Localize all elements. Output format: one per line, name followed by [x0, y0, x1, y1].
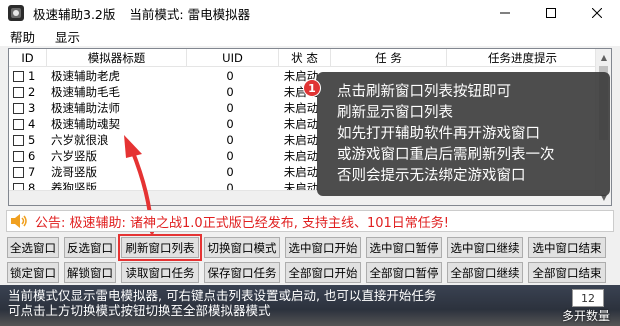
window-title: 极速辅助3.2版 — [33, 6, 116, 22]
list-header: ID 模拟器标题 UID 状 态 任 务 任务进度提示 — [9, 49, 599, 67]
table-row[interactable]: 6 六岁竖版 0 未启动 — [9, 148, 326, 164]
lock-window-button[interactable]: 锁定窗口 — [7, 262, 59, 283]
step-badge: 1 — [303, 79, 321, 97]
close-icon — [592, 8, 602, 18]
app-logo-icon — [7, 4, 25, 22]
tooltip-line: 或游戏窗口重启后需刷新列表一次 — [337, 147, 555, 163]
selected-start-button[interactable]: 选中窗口开始 — [285, 237, 361, 258]
row-title: 极速辅助魂契 — [51, 117, 120, 131]
table-row[interactable]: 2 极速辅助毛毛 0 未启动 — [9, 84, 326, 100]
tooltip-callout: 点击刷新窗口列表按钮即可 刷新显示窗口列表 如先打开辅助软件再开游戏窗口 或游戏… — [317, 72, 610, 196]
row-uid: 0 — [226, 69, 234, 83]
all-resume-button[interactable]: 全部窗口继续 — [447, 262, 523, 283]
all-stop-button[interactable]: 全部窗口结束 — [528, 262, 606, 283]
invert-selection-button[interactable]: 反选窗口 — [64, 237, 116, 258]
announcement-text: 公告: 极速辅助: 诸神之战1.0正式版已经发布, 支持主线、101日常任务! — [35, 215, 449, 231]
load-window-task-button[interactable]: 读取窗口任务 — [121, 262, 199, 283]
save-window-task-button[interactable]: 保存窗口任务 — [204, 262, 280, 283]
unlock-window-button[interactable]: 解锁窗口 — [64, 262, 116, 283]
row-checkbox[interactable] — [13, 150, 24, 162]
row-checkbox[interactable] — [13, 86, 24, 98]
table-row[interactable]: 7 泷哥竖版 0 未启动 — [9, 164, 326, 180]
row-uid: 0 — [226, 149, 234, 163]
column-header-status[interactable]: 状 态 — [279, 49, 331, 67]
row-uid: 0 — [226, 165, 234, 179]
table-row[interactable]: 3 极速辅助法师 0 未启动 — [9, 100, 326, 116]
row-uid: 0 — [226, 85, 234, 99]
row-title: 六岁竖版 — [51, 149, 97, 163]
maximize-icon — [546, 8, 556, 18]
row-checkbox[interactable] — [13, 118, 24, 130]
column-header-title[interactable]: 模拟器标题 — [47, 49, 187, 67]
button-row-2: 锁定窗口 解锁窗口 读取窗口任务 保存窗口任务 全部窗口开始 全部窗口暂停 全部… — [7, 262, 606, 283]
row-checkbox[interactable] — [13, 70, 24, 82]
current-mode-label: 当前模式: 雷电模拟器 — [129, 6, 251, 22]
menu-display[interactable]: 显示 — [45, 27, 90, 46]
column-header-task[interactable]: 任 务 — [331, 49, 447, 67]
column-header-progress[interactable]: 任务进度提示 — [447, 49, 599, 67]
row-title: 六岁就很浪 — [51, 133, 109, 147]
row-id: 7 — [28, 165, 36, 179]
row-title: 极速辅助老虎 — [51, 69, 120, 83]
tooltip-line: 如先打开辅助软件再开游戏窗口 — [337, 126, 540, 142]
menu-bar: 帮助 显示 — [0, 26, 620, 46]
column-header-id[interactable]: ID — [9, 49, 47, 67]
table-row[interactable]: 5 六岁就很浪 0 未启动 — [9, 132, 326, 148]
selected-stop-button[interactable]: 选中窗口结束 — [528, 237, 606, 258]
all-start-button[interactable]: 全部窗口开始 — [285, 262, 361, 283]
table-row[interactable]: 4 极速辅助魂契 0 未启动 — [9, 116, 326, 132]
close-button[interactable] — [574, 0, 620, 26]
row-uid: 0 — [226, 101, 234, 115]
instance-count-field[interactable]: 12 — [572, 289, 604, 307]
row-id: 2 — [28, 85, 36, 99]
row-id: 6 — [28, 149, 36, 163]
row-id: 3 — [28, 101, 36, 115]
switch-window-mode-button[interactable]: 切换窗口模式 — [204, 237, 280, 258]
row-title: 极速辅助毛毛 — [51, 85, 120, 99]
all-pause-button[interactable]: 全部窗口暂停 — [366, 262, 442, 283]
select-all-button[interactable]: 全选窗口 — [7, 237, 59, 258]
tooltip-line: 点击刷新窗口列表按钮即可 — [337, 84, 511, 100]
title-bar: 极速辅助3.2版 当前模式: 雷电模拟器 — [0, 0, 620, 26]
button-row-1: 全选窗口 反选窗口 刷新窗口列表 切换窗口模式 选中窗口开始 选中窗口暂停 选中… — [7, 234, 606, 261]
selected-pause-button[interactable]: 选中窗口暂停 — [366, 237, 442, 258]
status-footer: 当前模式仅显示雷电模拟器, 可右键点击列表设置或启动, 也可以直接开始任务 可点… — [0, 285, 620, 326]
footer-hint: 当前模式仅显示雷电模拟器, 可右键点击列表设置或启动, 也可以直接开始任务 可点… — [8, 288, 436, 318]
row-checkbox[interactable] — [13, 134, 24, 146]
row-checkbox[interactable] — [13, 166, 24, 178]
scroll-up-icon[interactable]: ▲ — [596, 49, 611, 65]
instance-count-label: 多开数量 — [562, 309, 611, 323]
footer-line: 当前模式仅显示雷电模拟器, 可右键点击列表设置或启动, 也可以直接开始任务 — [8, 288, 437, 303]
tooltip-line: 否则会提示无法绑定游戏窗口 — [337, 168, 526, 184]
row-uid: 0 — [226, 133, 234, 147]
row-checkbox[interactable] — [13, 102, 24, 114]
maximize-button[interactable] — [528, 0, 574, 26]
row-id: 1 — [28, 69, 36, 83]
speaker-icon — [9, 212, 29, 230]
minimize-button[interactable] — [482, 0, 528, 26]
announcement-bar: 公告: 极速辅助: 诸神之战1.0正式版已经发布, 支持主线、101日常任务! — [6, 210, 614, 232]
footer-line: 可点击上方切换模式按钮切换至全部模拟器模式 — [8, 303, 271, 318]
minimize-icon — [500, 12, 510, 14]
row-title: 极速辅助法师 — [51, 101, 120, 115]
row-id: 4 — [28, 117, 36, 131]
row-title: 泷哥竖版 — [51, 165, 97, 179]
row-uid: 0 — [226, 117, 234, 131]
row-id: 5 — [28, 133, 36, 147]
menu-help[interactable]: 帮助 — [0, 27, 45, 46]
refresh-window-list-button[interactable]: 刷新窗口列表 — [118, 234, 202, 261]
tooltip-line: 刷新显示窗口列表 — [337, 105, 453, 121]
table-row[interactable]: 1 极速辅助老虎 0 未启动 — [9, 68, 326, 84]
selected-resume-button[interactable]: 选中窗口继续 — [447, 237, 523, 258]
column-header-uid[interactable]: UID — [187, 49, 279, 67]
